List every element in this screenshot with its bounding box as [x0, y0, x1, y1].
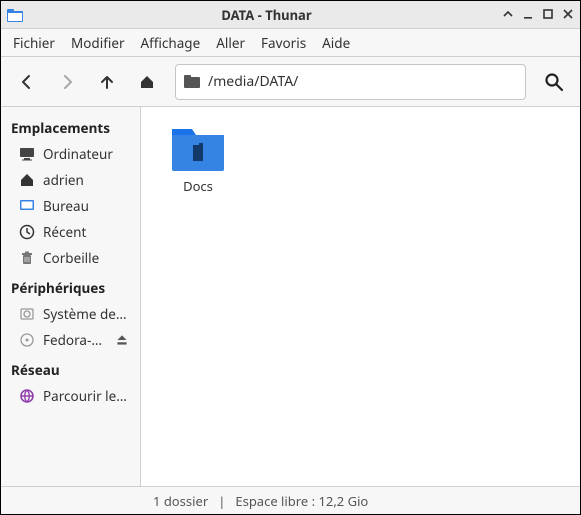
- sidebar-item-desktop[interactable]: Bureau: [5, 193, 136, 219]
- eject-icon[interactable]: [114, 332, 130, 348]
- sidebar-item-trash[interactable]: Corbeille: [5, 245, 136, 271]
- sidebar-item-computer[interactable]: Ordinateur: [5, 141, 136, 167]
- forward-button[interactable]: [49, 64, 85, 100]
- window-controls: [502, 6, 574, 24]
- menu-help[interactable]: Aide: [322, 34, 350, 52]
- status-free-space: Espace libre : 12,2 Gio: [235, 492, 368, 510]
- menu-edit[interactable]: Modifier: [71, 34, 125, 52]
- minimize-button[interactable]: [522, 6, 534, 24]
- sidebar-item-label: Parcourir le …: [43, 387, 130, 405]
- location-bar[interactable]: [175, 64, 526, 100]
- close-button[interactable]: [562, 6, 574, 24]
- sidebar: Emplacements Ordinateur adrien Bureau Ré…: [1, 107, 141, 486]
- sidebar-item-label: Ordinateur: [43, 145, 130, 163]
- up-button[interactable]: [89, 64, 125, 100]
- places-heading: Emplacements: [5, 115, 136, 141]
- statusbar: 1 dossier | Espace libre : 12,2 Gio: [1, 486, 580, 514]
- folder-icon: [170, 123, 226, 173]
- cd-icon: [19, 332, 35, 348]
- menu-file[interactable]: Fichier: [13, 34, 55, 52]
- file-view[interactable]: Docs: [141, 107, 580, 486]
- trash-icon: [19, 250, 35, 266]
- desktop-icon: [19, 198, 35, 214]
- toolbar: [1, 57, 580, 107]
- content-area: Emplacements Ordinateur adrien Bureau Ré…: [1, 107, 580, 486]
- sidebar-item-browse-network[interactable]: Parcourir le …: [5, 383, 136, 409]
- sidebar-item-home[interactable]: adrien: [5, 167, 136, 193]
- sidebar-item-label: Bureau: [43, 197, 130, 215]
- file-manager-window: DATA - Thunar Fichier Modifier Affichage…: [0, 0, 581, 515]
- sidebar-item-label: Corbeille: [43, 249, 130, 267]
- window-title: DATA - Thunar: [31, 6, 502, 24]
- sidebar-item-recent[interactable]: Récent: [5, 219, 136, 245]
- keep-above-button[interactable]: [502, 6, 514, 24]
- sidebar-item-label: Système de …: [43, 305, 130, 323]
- menu-favorites[interactable]: Favoris: [261, 34, 306, 52]
- network-icon: [19, 388, 35, 404]
- file-name: Docs: [183, 177, 213, 195]
- status-separator: |: [218, 492, 225, 510]
- folder-icon: [184, 74, 200, 90]
- path-input[interactable]: [208, 72, 517, 91]
- search-button[interactable]: [536, 64, 572, 100]
- menubar: Fichier Modifier Affichage Aller Favoris…: [1, 29, 580, 57]
- menu-go[interactable]: Aller: [216, 34, 245, 52]
- monitor-icon: [19, 146, 35, 162]
- app-icon: [7, 7, 23, 23]
- clock-icon: [19, 224, 35, 240]
- home-button[interactable]: [129, 64, 165, 100]
- sidebar-item-removable[interactable]: Fedora-S-…: [5, 327, 136, 353]
- devices-heading: Périphériques: [5, 275, 136, 301]
- sidebar-item-system-disk[interactable]: Système de …: [5, 301, 136, 327]
- sidebar-item-label: adrien: [43, 171, 130, 189]
- disk-icon: [19, 306, 35, 322]
- maximize-button[interactable]: [542, 6, 554, 24]
- back-button[interactable]: [9, 64, 45, 100]
- status-item-count: 1 dossier: [153, 492, 208, 510]
- titlebar[interactable]: DATA - Thunar: [1, 1, 580, 29]
- sidebar-item-label: Récent: [43, 223, 130, 241]
- home-icon: [19, 172, 35, 188]
- menu-view[interactable]: Affichage: [141, 34, 201, 52]
- folder-item[interactable]: Docs: [153, 119, 243, 199]
- network-heading: Réseau: [5, 357, 136, 383]
- sidebar-item-label: Fedora-S-…: [43, 331, 106, 349]
